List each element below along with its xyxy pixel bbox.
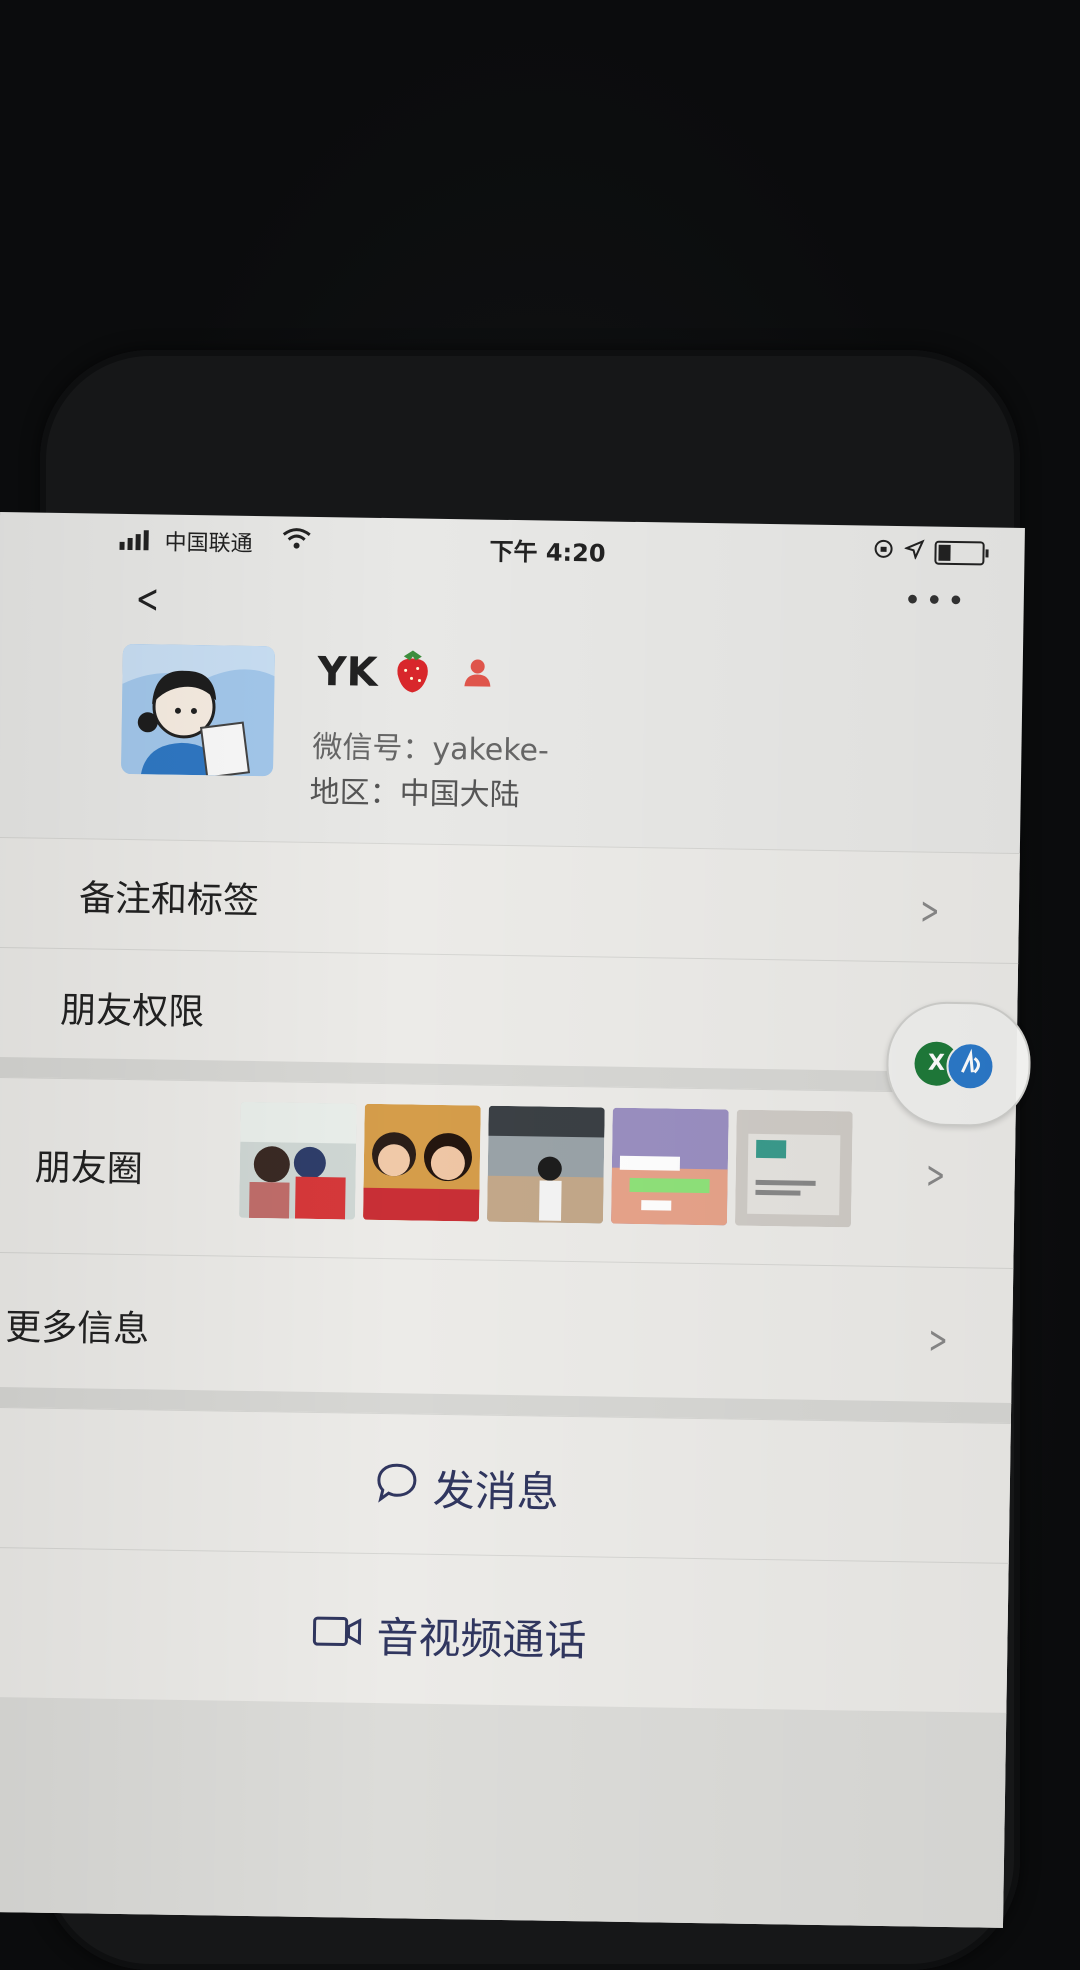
wifi-icon [281, 526, 311, 556]
signal-icon [119, 530, 149, 551]
send-message-button[interactable]: 发消息 [0, 1406, 1011, 1564]
moments-thumbnail [610, 1107, 729, 1226]
row-more-info[interactable]: 更多信息 > [0, 1251, 1014, 1404]
row-friend-permissions[interactable]: 朋友权限 [0, 946, 1019, 1074]
row-moments[interactable]: 朋友圈 > [0, 1076, 1017, 1269]
row-label: 朋友圈 [34, 1147, 144, 1191]
bottom-area [0, 1696, 1007, 1928]
person-badge-icon [461, 656, 494, 692]
moments-thumbnail [486, 1105, 605, 1224]
chat-bubble-icon [374, 1460, 419, 1513]
back-arrow-icon[interactable]: < [135, 576, 159, 622]
chevron-right-icon: > [925, 1152, 946, 1197]
moments-thumbnail [362, 1103, 481, 1222]
row-label: 备注和标签 [78, 878, 260, 923]
profile-name-row: YK [317, 647, 494, 700]
row-label: 更多信息 [4, 1307, 150, 1351]
phone-screen: 中国联通 下午 4:20 < ••• YK 微信号：yakeke- 地区：中国大… [0, 511, 1032, 1928]
moments-thumbnail [734, 1109, 853, 1228]
carrier-label: 中国联通 [164, 530, 253, 557]
video-call-button[interactable]: 音视频通话 [0, 1546, 1009, 1714]
moments-thumbnail [239, 1101, 357, 1220]
avatar[interactable] [120, 643, 275, 777]
row-remarks-tags[interactable]: 备注和标签 > [0, 836, 1020, 964]
more-options-icon[interactable]: ••• [903, 583, 969, 619]
profile-name: YK [317, 648, 378, 696]
wechat-id: 微信号：yakeke- [312, 729, 550, 769]
status-right [872, 538, 985, 568]
row-label: 朋友权限 [59, 989, 205, 1034]
location-icon [903, 539, 925, 565]
send-message-label: 发消息 [432, 1465, 560, 1517]
video-camera-icon [312, 1609, 363, 1659]
chevron-right-icon: > [919, 888, 940, 933]
chevron-right-icon: > [928, 1317, 948, 1362]
status-time: 下午 4:20 [489, 537, 606, 568]
floating-mini-window[interactable]: X [885, 1000, 1032, 1128]
region: 地区：中国大陆 [309, 774, 520, 814]
lock-rotation-icon [872, 538, 894, 566]
moments-thumbnails [239, 1101, 853, 1228]
strawberry-icon [391, 648, 434, 699]
floater-badge-blue [946, 1041, 995, 1091]
video-call-label: 音视频通话 [376, 1613, 587, 1666]
battery-icon [934, 540, 985, 566]
